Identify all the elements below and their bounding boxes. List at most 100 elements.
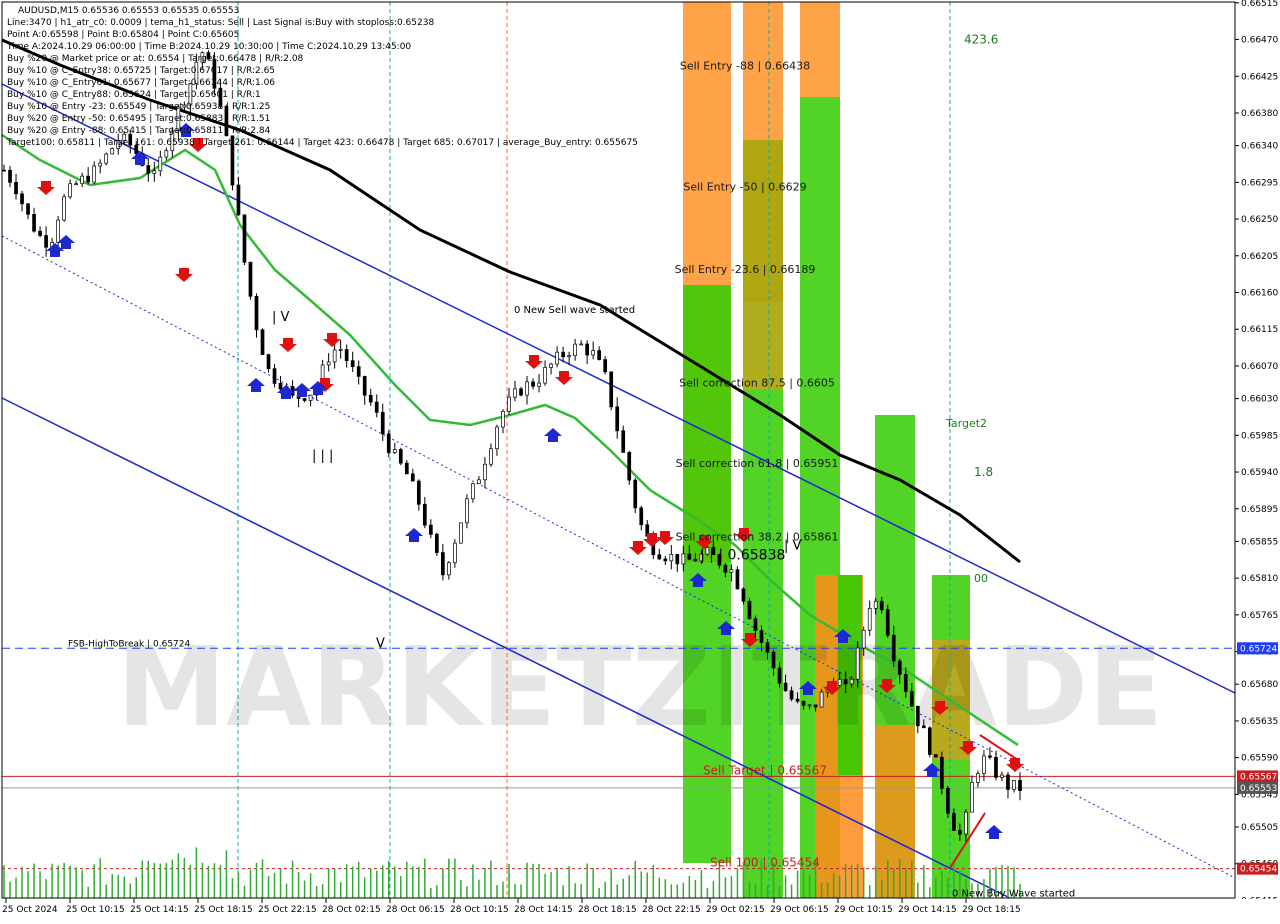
price-tick-label: 0.65895 (1241, 505, 1278, 515)
annotation-label: 00 (974, 572, 988, 585)
price-tick-label: 0.65505 (1241, 823, 1278, 833)
candle-body (398, 449, 403, 464)
candle-body (555, 351, 559, 365)
candle-body (837, 678, 842, 686)
info-line-2: Point A:0.65598 | Point B:0.65804 | Poin… (7, 30, 239, 40)
info-line-8: Buy %10 @ Entry -23: 0.65549 | Target:0.… (7, 102, 270, 112)
time-tick-label: 29 Oct 02:15 (706, 905, 765, 915)
info-line-6: Buy %10 @ C_Entry61: 0.65677 | Target:0.… (7, 78, 275, 88)
candle-body (801, 700, 806, 706)
candle-body (946, 787, 950, 814)
price-tick-label: 0.65590 (1241, 754, 1278, 764)
candle-body (970, 781, 974, 813)
annotation-label: | | | (312, 449, 333, 464)
time-tick-label: 28 Oct 22:15 (642, 905, 701, 915)
price-tick-label: 0.65635 (1241, 717, 1278, 727)
candle-body (633, 479, 638, 509)
price-tag-label: 0.65724 (1240, 644, 1277, 654)
candle-body (326, 361, 331, 366)
candle-body (146, 165, 151, 174)
candle-body (988, 755, 992, 758)
price-tick-label: 0.66380 (1241, 109, 1278, 119)
candle-body (627, 452, 632, 481)
info-line-9: Buy %20 @ Entry -50: 0.65495 | Target:0.… (7, 114, 270, 124)
candle-body (681, 553, 686, 565)
candle-body (392, 449, 397, 453)
candle-body (663, 558, 668, 562)
candle-body (591, 350, 596, 356)
candle-body (68, 183, 72, 198)
info-line-5: Buy %10 @ C_Entry38: 0.65725 | Target:0.… (7, 66, 275, 76)
candle-body (441, 552, 445, 576)
candle-body (386, 433, 391, 453)
candle-body (597, 350, 602, 360)
candle-body (849, 678, 854, 685)
level-line-label: FSB-HighToBreak | 0.65724 (68, 639, 190, 649)
time-tick-label: 25 Oct 10:15 (66, 905, 125, 915)
price-tick-label: 0.65940 (1241, 468, 1278, 478)
candle-body (308, 394, 313, 401)
candle-body (765, 642, 770, 653)
level-line-label: Sell 100 | 0.65454 (710, 856, 820, 870)
candle-body (104, 153, 109, 164)
candle-body (44, 235, 48, 248)
time-axis: 25 Oct 2024 25 Oct 10:15 25 Oct 14:15 25 Oc… (0, 898, 1280, 920)
candle-body (867, 607, 872, 631)
zone-bar-5 (800, 2, 840, 97)
price-tag-label: 0.65454 (1240, 865, 1277, 875)
candle-body (891, 634, 896, 662)
sell-level-label: Sell correction 38.2 | 0.65861 (676, 530, 839, 543)
time-tick-label: 28 Oct 10:15 (450, 905, 509, 915)
candle-body (338, 349, 343, 351)
annotation-label: | | | 0.65838 (700, 547, 785, 563)
price-tick-label: 0.65985 (1241, 431, 1278, 441)
candle-body (56, 219, 60, 243)
price-tick-label: 0.66070 (1241, 362, 1278, 372)
candle-body (98, 162, 103, 167)
candle-body (74, 183, 78, 186)
candle-body (579, 343, 583, 346)
candle-body (573, 343, 577, 356)
candle-body (368, 394, 373, 403)
candle-body (921, 725, 926, 729)
level-line-label: Sell Target | 0.65567 (703, 763, 827, 777)
time-tick-label: 28 Oct 06:15 (386, 905, 445, 915)
time-tick-label: 25 Oct 18:15 (194, 905, 253, 915)
info-line-1: Line:3470 | h1_atr_c0: 0.0009 | tema_h1_… (7, 18, 434, 28)
candle-body (729, 569, 734, 573)
candle-body (483, 463, 487, 481)
candle-body (525, 381, 529, 396)
candle-body (1000, 774, 1004, 778)
time-tick-label: 25 Oct 14:15 (130, 905, 189, 915)
candle-body (621, 430, 626, 453)
candle-body (380, 411, 385, 435)
candle-body (675, 554, 680, 565)
candle-body (771, 651, 776, 669)
candle-body (422, 503, 427, 526)
candle-body (152, 170, 157, 174)
info-line-11: Target100: 0.65811 | Target 161: 0.65938… (6, 138, 638, 148)
candle-body (302, 398, 307, 401)
candle-body (976, 773, 980, 783)
price-tick-label: 0.66515 (1241, 0, 1278, 9)
candle-body (501, 411, 505, 428)
candle-body (80, 175, 85, 185)
candle-body (404, 462, 409, 475)
candle-body (927, 727, 932, 755)
candle-body (459, 522, 463, 544)
candle-body (747, 600, 752, 620)
chart-svg: MARKETZIТRADE Sell Entry -88 | 0.66438 Se… (0, 0, 1280, 920)
candle-body (110, 148, 115, 155)
candle-body (561, 351, 565, 358)
candle-body (952, 812, 956, 831)
candle-body (855, 647, 860, 680)
info-line-3: Time A:2024.10.29 06:00:00 | Time B:2024… (6, 42, 411, 52)
candle-body (885, 609, 890, 636)
candle-body (356, 366, 361, 377)
candle-body (519, 388, 523, 396)
price-tick-label: 0.66470 (1241, 36, 1278, 46)
candle-body (236, 184, 241, 216)
info-line-4: Buy %20 @ Market price or at: 0.6554 | T… (7, 54, 304, 64)
candle-body (465, 498, 469, 524)
candle-body (32, 214, 36, 232)
